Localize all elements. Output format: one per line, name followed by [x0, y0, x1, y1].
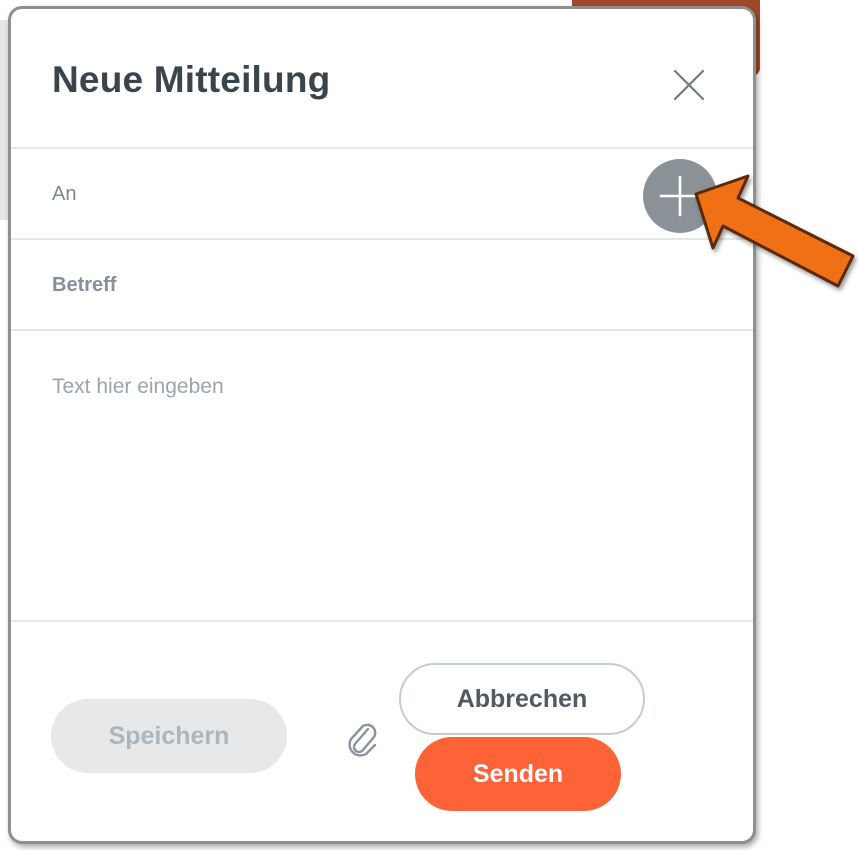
to-divider [11, 238, 753, 240]
save-button[interactable]: Speichern [51, 699, 287, 773]
paperclip-icon [348, 723, 377, 757]
attach-button[interactable] [341, 717, 383, 759]
subject-label: Betreff [52, 274, 117, 296]
body-divider [11, 620, 753, 622]
message-body-placeholder: Text hier eingeben [52, 375, 224, 398]
annotation-arrow [694, 174, 855, 288]
subject-divider [11, 329, 753, 331]
subject-field[interactable]: Betreff [52, 274, 116, 297]
cancel-button[interactable]: Abbrechen [399, 663, 645, 735]
new-message-dialog: Neue Mitteilung An Betreff Text hier ein… [8, 6, 756, 844]
to-label: An [52, 183, 77, 205]
header-divider [11, 147, 753, 149]
to-field[interactable]: An [52, 183, 76, 206]
close-icon [673, 69, 705, 101]
dialog-title: Neue Mitteilung [52, 59, 331, 100]
send-button[interactable]: Senden [415, 737, 621, 811]
message-body-input[interactable]: Text hier eingeben [52, 375, 692, 595]
close-button[interactable] [671, 67, 707, 103]
